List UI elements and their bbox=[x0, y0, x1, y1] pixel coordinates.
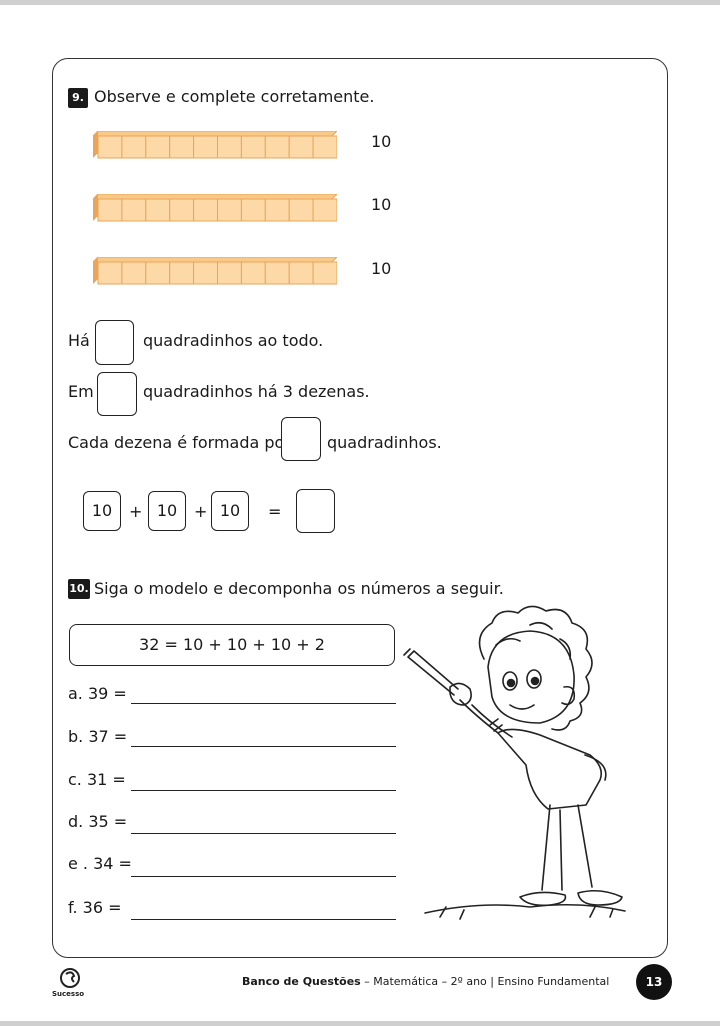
rod-top-face bbox=[93, 194, 337, 200]
unit-cube bbox=[264, 198, 290, 222]
sum-term-1: 10 bbox=[83, 491, 121, 531]
footer-rest: – Matemática – 2º ano | Ensino Fundament… bbox=[360, 975, 610, 988]
ten-rod-1-count: 10 bbox=[371, 132, 392, 151]
logo-text: Sucesso bbox=[52, 990, 85, 998]
unit-cube bbox=[97, 135, 123, 159]
line2-after: quadradinhos há 3 dezenas. bbox=[143, 382, 370, 401]
question-9-title: Observe e complete corretamente. bbox=[94, 87, 375, 106]
unit-cube bbox=[288, 198, 314, 222]
unit-cube bbox=[264, 261, 290, 285]
ten-rod-3-count: 10 bbox=[371, 259, 392, 278]
question-9-number: 9. bbox=[68, 88, 88, 108]
item-e-label: e . 34 = bbox=[68, 854, 132, 873]
item-d-label: d. 35 = bbox=[68, 812, 128, 831]
unit-cube bbox=[264, 135, 290, 159]
unit-cube bbox=[312, 198, 337, 222]
ten-rod-1 bbox=[93, 131, 337, 159]
plus-sign-2: + bbox=[194, 502, 208, 521]
unit-cube bbox=[169, 198, 195, 222]
unit-cube bbox=[169, 261, 195, 285]
item-a-answer-line[interactable] bbox=[131, 703, 396, 704]
unit-cube bbox=[169, 135, 195, 159]
rod-top-face bbox=[93, 257, 337, 263]
sum-answer-box[interactable] bbox=[296, 489, 335, 533]
unit-cube bbox=[193, 198, 218, 222]
unit-cube bbox=[288, 135, 314, 159]
item-b-label: b. 37 = bbox=[68, 727, 128, 746]
item-e-answer-line[interactable] bbox=[131, 876, 396, 877]
item-a-label: a. 39 = bbox=[68, 684, 127, 703]
unit-cube bbox=[240, 198, 266, 222]
line1-before: Há bbox=[68, 331, 90, 350]
item-b-answer-line[interactable] bbox=[131, 746, 396, 747]
three-tens-answer-box[interactable] bbox=[97, 372, 137, 416]
unit-cube bbox=[217, 198, 242, 222]
unit-cube bbox=[240, 261, 266, 285]
unit-cube bbox=[145, 135, 171, 159]
sum-term-3: 10 bbox=[211, 491, 249, 531]
total-squares-answer-box[interactable] bbox=[95, 320, 134, 365]
unit-cube bbox=[97, 198, 123, 222]
unit-cube bbox=[145, 261, 171, 285]
item-d-answer-line[interactable] bbox=[131, 833, 396, 834]
item-f-answer-line[interactable] bbox=[131, 919, 396, 920]
item-c-label: c. 31 = bbox=[68, 770, 126, 789]
unit-cube bbox=[121, 261, 147, 285]
ten-rod-2 bbox=[93, 194, 337, 222]
line2-before: Em bbox=[68, 382, 94, 401]
rod-top-face bbox=[93, 131, 337, 137]
question-10-number: 10. bbox=[68, 579, 90, 599]
unit-cube bbox=[145, 198, 171, 222]
item-c-answer-line[interactable] bbox=[131, 790, 396, 791]
unit-cube bbox=[121, 198, 147, 222]
bottom-strip bbox=[0, 1021, 720, 1026]
unit-cube bbox=[193, 261, 218, 285]
top-strip bbox=[0, 0, 720, 5]
unit-cube bbox=[312, 135, 337, 159]
plus-sign-1: + bbox=[129, 502, 143, 521]
ten-rod-2-count: 10 bbox=[371, 195, 392, 214]
footer-caption: Banco de Questões – Matemática – 2º ano … bbox=[242, 975, 609, 988]
unit-cube bbox=[193, 135, 218, 159]
unit-cube bbox=[121, 135, 147, 159]
ten-units-answer-box[interactable] bbox=[281, 417, 321, 461]
item-f-label: f. 36 = bbox=[68, 898, 122, 917]
sum-term-2: 10 bbox=[148, 491, 186, 531]
footer-bold: Banco de Questões bbox=[242, 975, 361, 988]
child-with-pencil-illustration bbox=[403, 605, 626, 920]
unit-cube bbox=[97, 261, 123, 285]
line3-after: quadradinhos. bbox=[327, 433, 442, 452]
ten-rod-3 bbox=[93, 257, 337, 285]
unit-cube bbox=[312, 261, 337, 285]
unit-cube bbox=[217, 261, 242, 285]
equals-sign: = bbox=[268, 502, 282, 521]
unit-cube bbox=[288, 261, 314, 285]
unit-cube bbox=[217, 135, 242, 159]
page-number-badge: 13 bbox=[636, 964, 672, 1000]
line1-after: quadradinhos ao todo. bbox=[143, 331, 324, 350]
line3-before: Cada dezena é formada por bbox=[68, 433, 291, 452]
model-example: 32 = 10 + 10 + 10 + 2 bbox=[69, 624, 395, 666]
unit-cube bbox=[240, 135, 266, 159]
question-10-title: Siga o modelo e decomponha os números a … bbox=[94, 579, 504, 598]
